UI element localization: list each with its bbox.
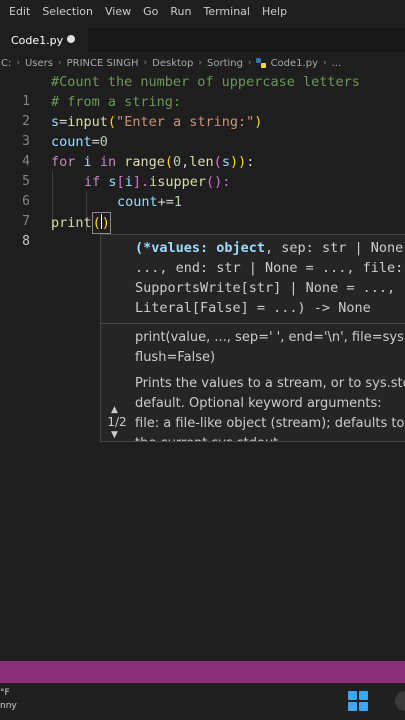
code-line-1[interactable]: 1 #Count the number of uppercase letters xyxy=(0,72,405,109)
code-text: count=0 xyxy=(51,134,108,150)
menu-view[interactable]: View xyxy=(99,0,137,24)
menu-go[interactable]: Go xyxy=(137,0,164,24)
doc-description-line: Prints the values to a stream, or to sys… xyxy=(135,376,405,391)
tab-code1[interactable]: Code1.py xyxy=(0,28,88,52)
code-text: s=input("Enter a string:") xyxy=(51,114,263,130)
breadcrumb-user[interactable]: PRINCE SINGH xyxy=(66,58,140,69)
chevron-right-icon: › xyxy=(16,58,20,68)
doc-signature-line: print(value, ..., sep=' ', end='\n', fil… xyxy=(135,330,405,345)
code-text: count+=1 xyxy=(117,194,183,210)
breadcrumb: C: › Users › PRINCE SINGH › Desktop › So… xyxy=(0,55,405,71)
doc-description-line: the current sys.stdout. xyxy=(135,434,282,441)
code-line-8[interactable]: 8 print() xyxy=(0,212,405,249)
doc-signature-line: flush=False) xyxy=(135,350,216,365)
signature-text: (*values: object, sep: str | None ..., e… xyxy=(135,240,404,316)
chevron-right-icon: › xyxy=(247,58,252,68)
code-line-7[interactable]: 7 count+=1 xyxy=(0,192,405,229)
status-bar xyxy=(0,661,405,683)
signature-help-popup[interactable]: (*values: object, sep: str | None ..., e… xyxy=(100,234,405,442)
chevron-right-icon: › xyxy=(57,58,62,68)
comment-text: # from a string: xyxy=(51,94,182,110)
chevron-right-icon: › xyxy=(198,58,202,68)
breadcrumb-symbol[interactable]: ... xyxy=(331,58,343,69)
breadcrumb-users[interactable]: Users xyxy=(24,58,54,69)
code-text: print() xyxy=(51,212,111,234)
breadcrumb-sorting[interactable]: Sorting xyxy=(206,58,244,69)
breadcrumb-desktop[interactable]: Desktop xyxy=(151,58,194,69)
weather-condition[interactable]: nny xyxy=(0,701,17,711)
menu-help[interactable]: Help xyxy=(256,0,293,24)
chevron-right-icon: › xyxy=(323,58,327,68)
comment-text: #Count the number of uppercase letters xyxy=(51,74,360,90)
code-line-5[interactable]: 5 for i in range(0,len(s)): xyxy=(0,152,405,189)
popup-divider xyxy=(101,323,405,324)
windows-taskbar: °F nny xyxy=(0,683,405,720)
line-number: 8 xyxy=(22,234,30,249)
chevron-right-icon: › xyxy=(143,58,148,68)
bracket-match-box: () xyxy=(91,212,111,234)
code-text: if s[i].isupper(): xyxy=(84,174,231,190)
chevron-down-icon[interactable]: ▼ xyxy=(111,430,118,440)
doc-description-line: file: a file-like object (stream); defau… xyxy=(135,416,405,431)
tab-label: Code1.py xyxy=(11,33,64,47)
unsaved-dot-icon[interactable] xyxy=(67,35,75,43)
breadcrumb-drive[interactable]: C: xyxy=(0,58,12,69)
menu-edit[interactable]: Edit xyxy=(0,0,36,24)
code-line-4[interactable]: 4 count=0 xyxy=(0,132,405,169)
python-file-icon xyxy=(255,58,266,68)
tab-bar: Code1.py xyxy=(0,28,405,52)
code-line-6[interactable]: 6 if s[i].isupper(): xyxy=(0,172,405,209)
menu-bar: Edit Selection View Go Run Terminal Help xyxy=(0,0,405,24)
menu-run[interactable]: Run xyxy=(164,0,197,24)
doc-description-line: default. Optional keyword arguments: xyxy=(135,396,382,411)
code-line-3[interactable]: 3 s=input("Enter a string:") xyxy=(0,112,405,149)
breadcrumb-file[interactable]: Code1.py xyxy=(270,58,319,69)
search-icon[interactable] xyxy=(395,691,405,711)
windows-start-icon[interactable] xyxy=(348,691,368,711)
weather-temperature[interactable]: °F xyxy=(0,688,10,698)
code-text: for i in range(0,len(s)): xyxy=(51,154,255,170)
overload-pager: 1/2 xyxy=(107,415,127,429)
menu-terminal[interactable]: Terminal xyxy=(197,0,256,24)
code-line-2[interactable]: 2 # from a string: xyxy=(0,92,405,129)
menu-selection[interactable]: Selection xyxy=(36,0,99,24)
chevron-up-icon[interactable]: ▲ xyxy=(111,405,118,415)
